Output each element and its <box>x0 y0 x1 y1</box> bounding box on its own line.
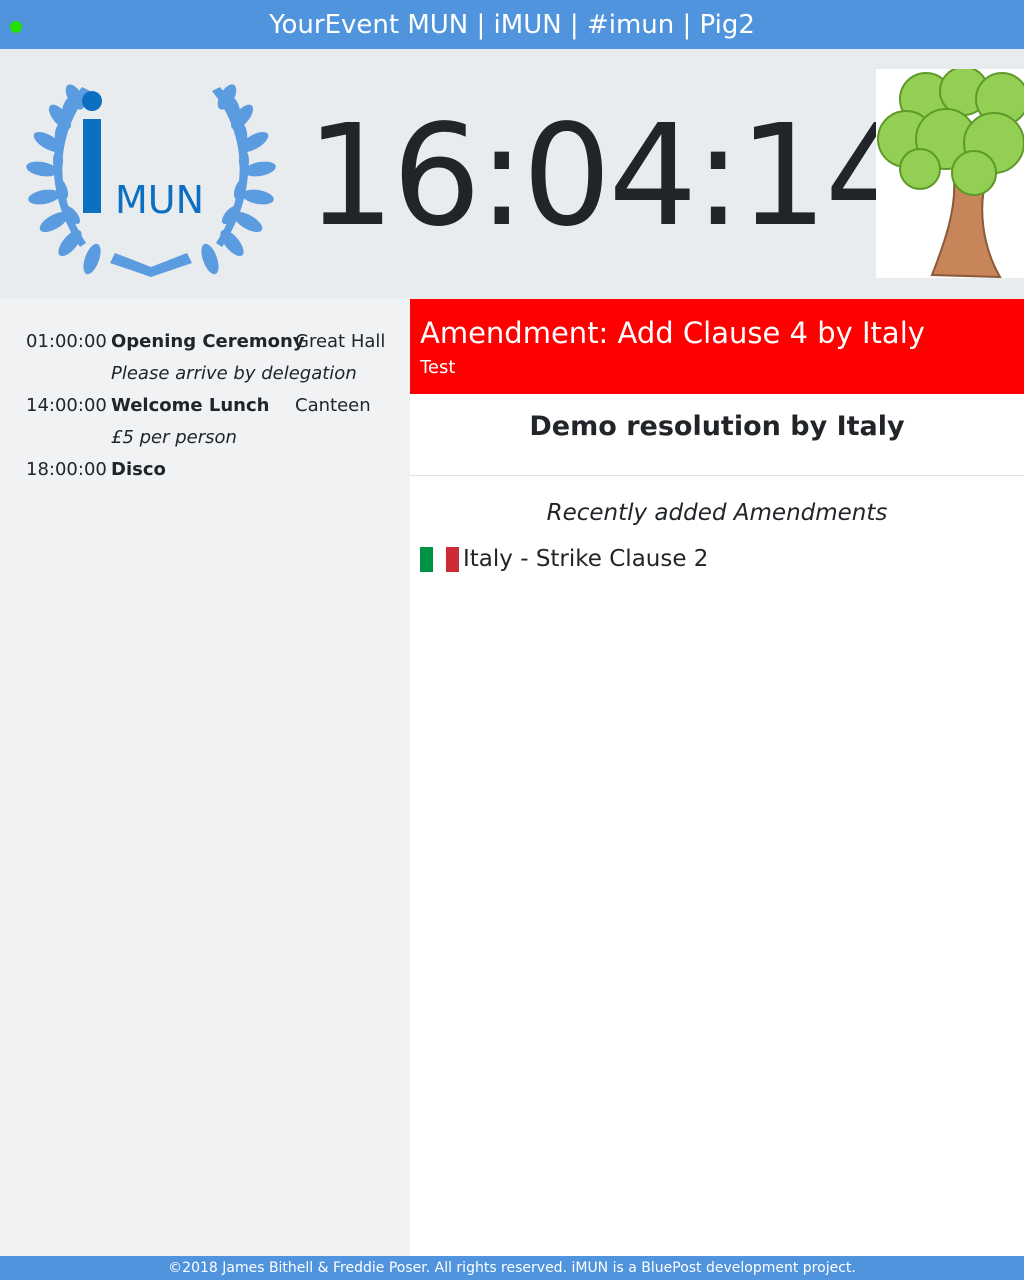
amendment-list-item: Italy - Strike Clause 2 <box>410 544 1024 574</box>
alert-title: Amendment: Add Clause 4 by Italy <box>420 316 925 350</box>
schedule-time: 14:00:00 <box>26 395 107 416</box>
schedule-event: Disco <box>111 459 166 480</box>
main-panel: Amendment: Add Clause 4 by Italy Test De… <box>410 299 1024 1256</box>
event-title: YourEvent MUN | iMUN | #imun | Pig2 <box>269 10 755 40</box>
schedule-item: 18:00:00 Disco <box>0 457 410 489</box>
status-dot-icon <box>10 21 22 33</box>
svg-text:MUN: MUN <box>115 178 204 222</box>
amendment-label: Italy - Strike Clause 2 <box>463 546 709 572</box>
schedule-place: Canteen <box>295 395 371 416</box>
alert-subtitle: Test <box>420 357 456 378</box>
schedule-time: 01:00:00 <box>26 331 107 352</box>
italy-flag-icon <box>420 546 459 572</box>
schedule-note-row: £5 per person <box>0 425 410 457</box>
schedule-event: Welcome Lunch <box>111 395 270 416</box>
resolution-title: Demo resolution by Italy <box>410 394 1024 476</box>
schedule-event: Opening Ceremony <box>111 331 305 352</box>
schedule-item: 01:00:00 Opening Ceremony Great Hall <box>0 329 410 361</box>
tree-image-icon <box>876 69 1024 278</box>
top-bar: YourEvent MUN | iMUN | #imun | Pig2 <box>0 0 1024 49</box>
imun-logo-icon: MUN <box>20 67 282 279</box>
clock: 16:04:14 <box>306 95 914 258</box>
amendment-alert: Amendment: Add Clause 4 by Italy Test <box>410 299 1024 394</box>
schedule-time: 18:00:00 <box>26 459 107 480</box>
schedule-item: 14:00:00 Welcome Lunch Canteen <box>0 393 410 425</box>
schedule-note: Please arrive by delegation <box>111 363 357 384</box>
schedule-note-row: Please arrive by delegation <box>0 361 410 393</box>
recent-amendments-heading: Recently added Amendments <box>546 500 888 526</box>
schedule-sidebar: 01:00:00 Opening Ceremony Great Hall Ple… <box>0 299 410 1256</box>
schedule-note: £5 per person <box>111 427 237 448</box>
header: MUN 16:04:14 <box>0 49 1024 299</box>
footer: ©2018 James Bithell & Freddie Poser. All… <box>0 1256 1024 1280</box>
schedule-place: Great Hall <box>295 331 386 352</box>
